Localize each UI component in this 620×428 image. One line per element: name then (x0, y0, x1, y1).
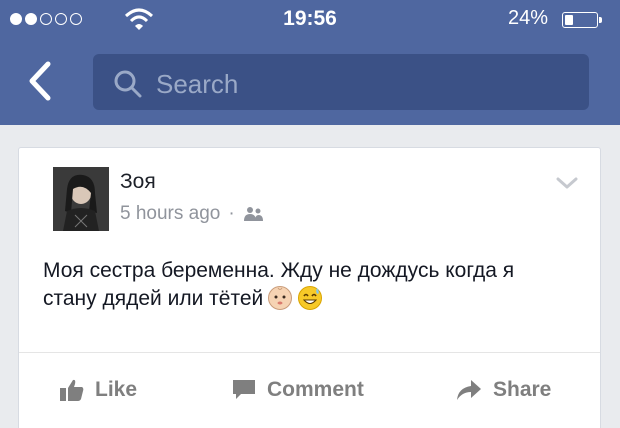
thumbs-up-icon (60, 379, 84, 401)
search-placeholder: Search (156, 69, 239, 99)
post-options-button[interactable] (556, 176, 578, 195)
battery-percentage: 24% (507, 7, 548, 29)
avatar[interactable] (53, 167, 109, 231)
app-header: 19:56 24% Search (0, 0, 620, 125)
baby-face-emoji-icon (268, 286, 293, 310)
chevron-left-icon (29, 61, 51, 101)
comment-icon (233, 380, 255, 399)
friends-audience-icon (243, 207, 263, 221)
post-author[interactable]: Зоя (120, 170, 156, 194)
share-arrow-icon (457, 380, 481, 400)
post-timestamp[interactable]: 5 hours ago (120, 203, 220, 225)
comment-label: Comment (267, 378, 364, 401)
status-bar: 19:56 24% (0, 0, 620, 40)
post-meta: 5 hours ago · (120, 203, 265, 225)
post-text: Моя сестра беременна. Жду не дождусь ког… (43, 257, 543, 313)
like-button[interactable]: Like (59, 366, 137, 414)
search-icon (114, 70, 142, 98)
sweat-smile-emoji-icon (298, 286, 323, 310)
share-label: Share (493, 378, 552, 401)
post-card: Зоя 5 hours ago · Моя сестра беременна. … (18, 147, 601, 428)
chevron-down-icon (556, 177, 578, 189)
comment-button[interactable]: Comment (231, 366, 364, 414)
search-input[interactable]: Search (93, 54, 589, 110)
back-button[interactable] (20, 58, 60, 104)
battery-icon (562, 12, 602, 28)
navigation-bar: Search (0, 46, 620, 116)
meta-separator: · (228, 203, 235, 224)
post-actions: Like Comment Share (19, 366, 600, 414)
post-divider (19, 352, 600, 353)
share-button[interactable]: Share (455, 366, 551, 414)
like-label: Like (95, 378, 138, 401)
